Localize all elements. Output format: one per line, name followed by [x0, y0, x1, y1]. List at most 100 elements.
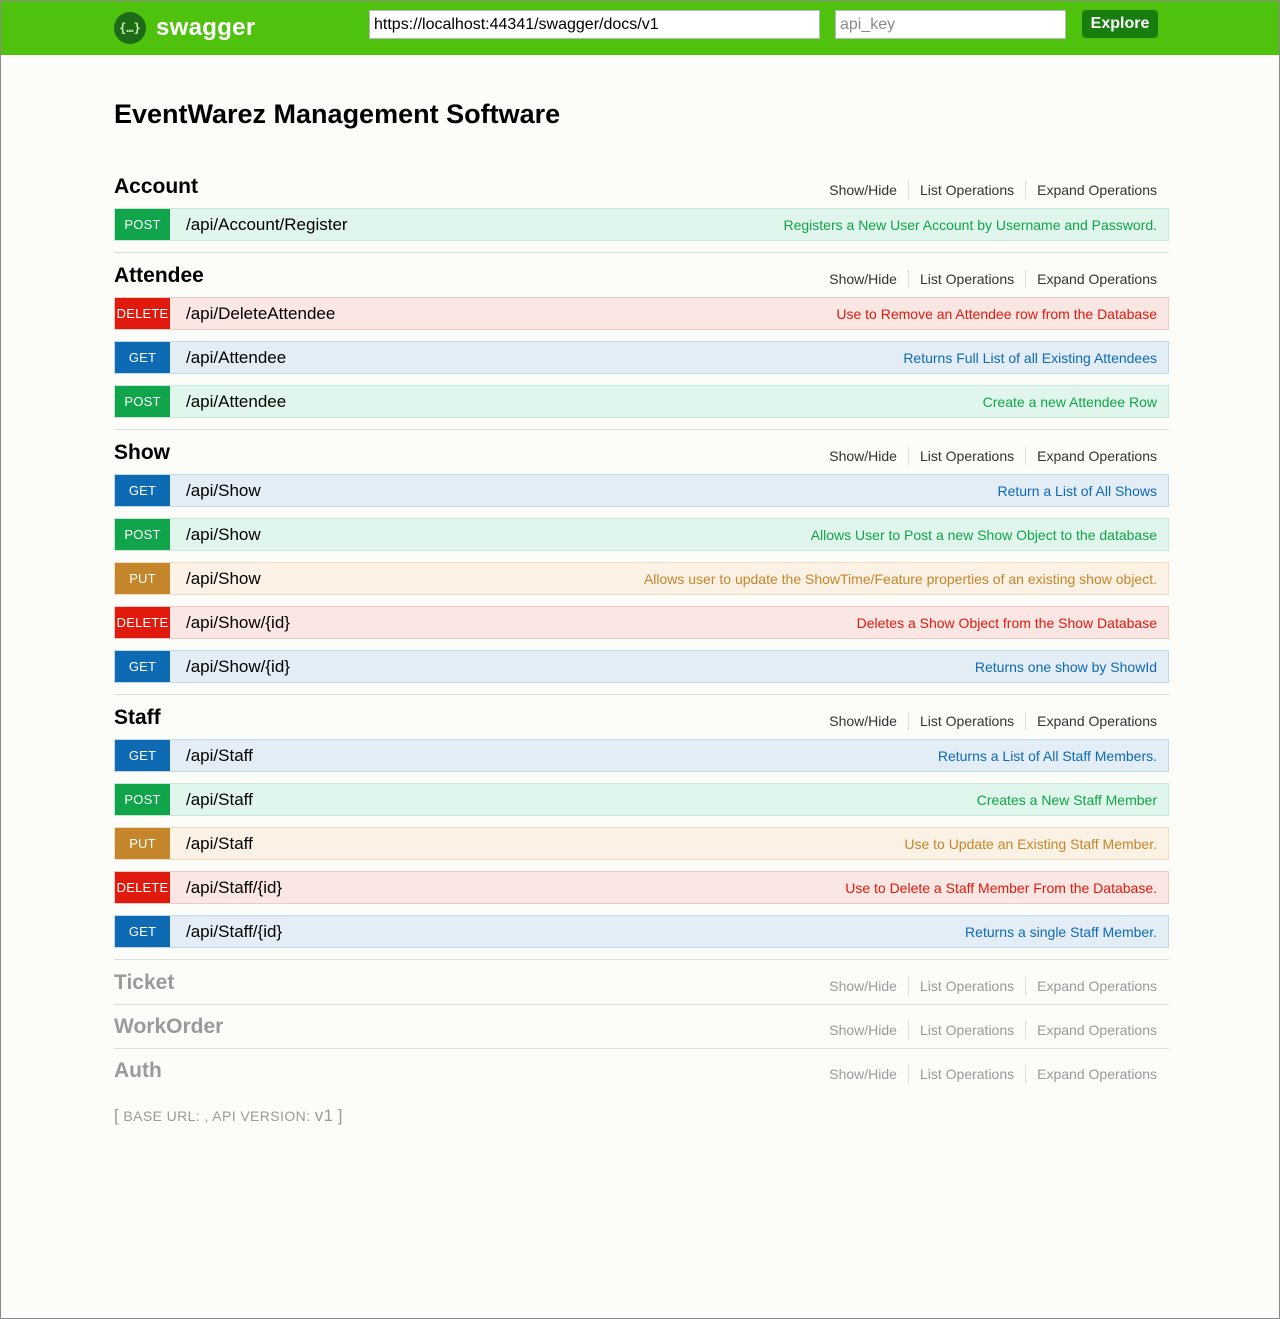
resource-name[interactable]: Attendee [114, 264, 204, 288]
operation-path[interactable]: /api/Attendee [186, 392, 983, 412]
operation-path[interactable]: /api/Staff [186, 746, 938, 766]
resource-actions: Show/Hide List Operations Expand Operation… [829, 181, 1169, 199]
operation-path[interactable]: /api/Show [186, 481, 997, 501]
resource-name[interactable]: Show [114, 441, 170, 465]
operation-summary[interactable]: Use to Remove an Attendee row from the D… [836, 306, 1157, 322]
resource-name[interactable]: Auth [114, 1059, 162, 1083]
operation-summary[interactable]: Returns a List of All Staff Members. [938, 748, 1157, 764]
operation-list: GET/api/Show Return a List of All Shows PO… [114, 474, 1169, 683]
operation-summary[interactable]: Returns one show by ShowId [975, 659, 1157, 675]
operation-path[interactable]: /api/Show [186, 525, 811, 545]
operation-path[interactable]: /api/Show [186, 569, 644, 589]
resource-header: Ticket Show/Hide List Operations Expand Ope… [114, 971, 1169, 995]
expand-operations-link[interactable]: Expand Operations [1026, 977, 1157, 995]
top-bar: {…} swagger Explore [1, 1, 1279, 55]
list-operations-link[interactable]: List Operations [909, 1021, 1025, 1039]
operation-summary[interactable]: Deletes a Show Object from the Show Data… [857, 615, 1157, 631]
resource-name[interactable]: WorkOrder [114, 1015, 223, 1039]
operation-summary[interactable]: Create a new Attendee Row [983, 394, 1157, 410]
list-operations-link[interactable]: List Operations [909, 447, 1025, 465]
operation-row[interactable]: POST/api/Attendee Create a new Attendee R… [114, 385, 1169, 418]
operation-path[interactable]: /api/Staff [186, 790, 977, 810]
operation-row[interactable]: DELETE/api/Staff/{id} Use to Delete a Sta… [114, 871, 1169, 904]
main-content: EventWarez Management Software Account Sh… [114, 97, 1169, 1126]
operation-row[interactable]: GET/api/Show/{id} Returns one show by Sho… [114, 650, 1169, 683]
show-hide-link[interactable]: Show/Hide [829, 181, 908, 199]
show-hide-link[interactable]: Show/Hide [829, 712, 908, 730]
show-hide-link[interactable]: Show/Hide [829, 1065, 908, 1083]
resource-name[interactable]: Account [114, 175, 198, 199]
resource-section: Attendee Show/Hide List Operations Expand O… [114, 264, 1169, 430]
resource-section: Auth Show/Hide List Operations Expand Opera… [114, 1059, 1169, 1092]
resource-actions: Show/Hide List Operations Expand Operation… [829, 977, 1169, 995]
operation-summary[interactable]: Creates a New Staff Member [977, 792, 1157, 808]
resource-section: Account Show/Hide List Operations Expand Op… [114, 175, 1169, 253]
list-operations-link[interactable]: List Operations [909, 270, 1025, 288]
operation-path[interactable]: /api/Staff/{id} [186, 878, 845, 898]
operation-path[interactable]: /api/Staff [186, 834, 904, 854]
operation-row[interactable]: GET/api/Staff/{id} Returns a single Staff… [114, 915, 1169, 948]
explore-button[interactable]: Explore [1082, 10, 1158, 38]
operation-row[interactable]: GET/api/Show Return a List of All Shows [114, 474, 1169, 507]
spec-url-input[interactable] [369, 10, 820, 39]
operation-path[interactable]: /api/Staff/{id} [186, 922, 965, 942]
operation-row[interactable]: PUT/api/Staff Use to Update an Existing S… [114, 827, 1169, 860]
page-title: EventWarez Management Software [114, 99, 561, 129]
operation-path[interactable]: /api/Show/{id} [186, 657, 975, 677]
api-version-value: v1 [314, 1106, 334, 1125]
show-hide-link[interactable]: Show/Hide [829, 1021, 908, 1039]
http-method-badge: POST [115, 784, 170, 815]
operation-row[interactable]: POST/api/Account/Register Registers a New… [114, 208, 1169, 241]
operation-path[interactable]: /api/Show/{id} [186, 613, 857, 633]
show-hide-link[interactable]: Show/Hide [829, 447, 908, 465]
http-method-badge: POST [115, 519, 170, 550]
resource-section: WorkOrder Show/Hide List Operations Expand … [114, 1015, 1169, 1049]
api-key-input[interactable] [835, 10, 1066, 39]
operation-path[interactable]: /api/DeleteAttendee [186, 304, 836, 324]
operation-summary[interactable]: Registers a New User Account by Username… [784, 217, 1158, 233]
operation-summary[interactable]: Allows user to update the ShowTime/Featu… [644, 571, 1157, 587]
expand-operations-link[interactable]: Expand Operations [1026, 1021, 1157, 1039]
operation-summary[interactable]: Allows User to Post a new Show Object to… [811, 527, 1157, 543]
list-operations-link[interactable]: List Operations [909, 1065, 1025, 1083]
resource-actions: Show/Hide List Operations Expand Operation… [829, 447, 1169, 465]
resource-name[interactable]: Staff [114, 706, 161, 730]
operation-row[interactable]: DELETE/api/DeleteAttendee Use to Remove a… [114, 297, 1169, 330]
list-operations-link[interactable]: List Operations [909, 181, 1025, 199]
operation-row[interactable]: DELETE/api/Show/{id} Deletes a Show Objec… [114, 606, 1169, 639]
operation-row[interactable]: PUT/api/Show Allows user to update the Sh… [114, 562, 1169, 595]
expand-operations-link[interactable]: Expand Operations [1026, 712, 1157, 730]
operation-summary[interactable]: Return a List of All Shows [997, 483, 1157, 499]
expand-operations-link[interactable]: Expand Operations [1026, 270, 1157, 288]
operation-row[interactable]: GET/api/Attendee Returns Full List of all… [114, 341, 1169, 374]
show-hide-link[interactable]: Show/Hide [829, 977, 908, 995]
http-method-badge: GET [115, 740, 170, 771]
operation-summary[interactable]: Use to Delete a Staff Member From the Da… [845, 880, 1157, 896]
resource-header: Auth Show/Hide List Operations Expand Opera… [114, 1059, 1169, 1083]
operation-row[interactable]: POST/api/Staff Creates a New Staff Member [114, 783, 1169, 816]
swagger-logo[interactable]: {…} swagger [114, 12, 255, 44]
expand-operations-link[interactable]: Expand Operations [1026, 447, 1157, 465]
operation-path[interactable]: /api/Attendee [186, 348, 903, 368]
resource-actions: Show/Hide List Operations Expand Operation… [829, 1021, 1169, 1039]
resource-name[interactable]: Ticket [114, 971, 174, 995]
operation-summary[interactable]: Returns a single Staff Member. [965, 924, 1157, 940]
http-method-badge: GET [115, 916, 170, 947]
expand-operations-link[interactable]: Expand Operations [1026, 181, 1157, 199]
footer-info: [ BASE URL: , API VERSION: v1 ] [114, 1106, 1169, 1126]
operation-row[interactable]: GET/api/Staff Returns a List of All Staff… [114, 739, 1169, 772]
operation-summary[interactable]: Use to Update an Existing Staff Member. [904, 836, 1157, 852]
operation-path[interactable]: /api/Account/Register [186, 215, 784, 235]
list-operations-link[interactable]: List Operations [909, 712, 1025, 730]
operation-summary[interactable]: Returns Full List of all Existing Attend… [903, 350, 1157, 366]
show-hide-link[interactable]: Show/Hide [829, 270, 908, 288]
swagger-logo-icon: {…} [114, 12, 146, 44]
http-method-badge: PUT [115, 828, 170, 859]
resource-actions: Show/Hide List Operations Expand Operation… [829, 1065, 1169, 1083]
list-operations-link[interactable]: List Operations [909, 977, 1025, 995]
http-method-badge: POST [115, 386, 170, 417]
operation-row[interactable]: POST/api/Show Allows User to Post a new S… [114, 518, 1169, 551]
expand-operations-link[interactable]: Expand Operations [1026, 1065, 1157, 1083]
resource-header: Attendee Show/Hide List Operations Expand O… [114, 264, 1169, 288]
resource-actions: Show/Hide List Operations Expand Operation… [829, 712, 1169, 730]
